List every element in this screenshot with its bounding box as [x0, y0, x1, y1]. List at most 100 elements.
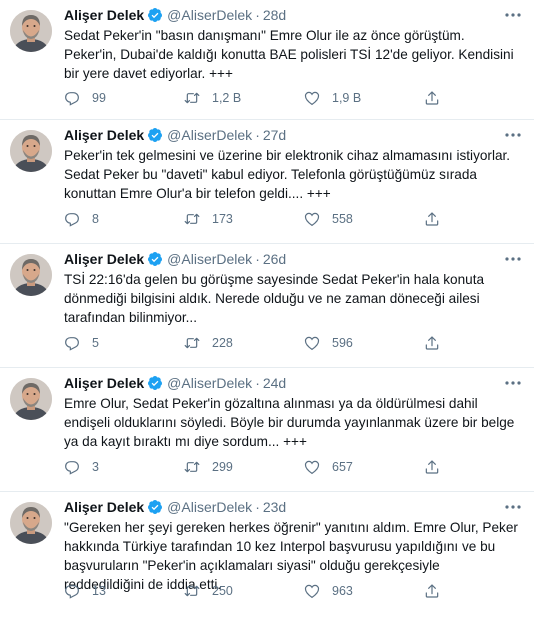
- tweet-actions: 8 173 558: [64, 209, 484, 229]
- retweet-icon: [184, 461, 200, 473]
- author-name[interactable]: Alişer Delek: [64, 127, 144, 143]
- retweet-button[interactable]: 299: [184, 457, 304, 477]
- like-icon: [304, 460, 320, 475]
- reply-count: 3: [92, 460, 99, 474]
- reply-icon: [65, 337, 79, 351]
- retweet-icon: [184, 92, 200, 104]
- reply-button[interactable]: 5: [64, 333, 184, 353]
- retweet-count: 250: [212, 584, 233, 598]
- retweet-count: 173: [212, 212, 233, 226]
- share-button[interactable]: [424, 88, 484, 108]
- retweet-icon: [184, 213, 200, 225]
- retweet-button[interactable]: 173: [184, 209, 304, 229]
- share-button[interactable]: [424, 581, 484, 601]
- like-button[interactable]: 596: [304, 333, 424, 353]
- tweet[interactable]: Alişer Delek @AliserDelek · 28d Sedat Pe…: [0, 0, 534, 120]
- tweet-header: Alişer Delek @AliserDelek · 23d: [64, 495, 522, 519]
- reply-icon: [65, 92, 79, 106]
- more-options-icon[interactable]: [504, 251, 522, 267]
- avatar[interactable]: [10, 502, 52, 544]
- share-button[interactable]: [424, 457, 484, 477]
- like-button[interactable]: 963: [304, 581, 424, 601]
- tweet[interactable]: Alişer Delek @AliserDelek · 24d Emre Olu…: [0, 368, 534, 492]
- tweet-header: Alişer Delek @AliserDelek · 27d: [64, 123, 522, 147]
- like-icon: [304, 91, 320, 106]
- author-handle[interactable]: @AliserDelek: [167, 7, 252, 23]
- author-handle[interactable]: @AliserDelek: [167, 499, 252, 515]
- tweet[interactable]: Alişer Delek @AliserDelek · 26d TSİ 22:1…: [0, 244, 534, 368]
- retweet-count: 299: [212, 460, 233, 474]
- tweet[interactable]: Alişer Delek @AliserDelek · 27d Peker'in…: [0, 120, 534, 244]
- verified-badge-icon: [148, 8, 163, 22]
- like-count: 558: [332, 212, 353, 226]
- tweet-actions: 3 299 657: [64, 457, 484, 477]
- avatar[interactable]: [10, 130, 52, 172]
- reply-button[interactable]: 13: [64, 581, 184, 601]
- share-icon: [425, 91, 439, 105]
- reply-button[interactable]: 3: [64, 457, 184, 477]
- share-icon: [425, 460, 439, 474]
- reply-icon: [65, 461, 79, 475]
- separator-dot: ·: [255, 375, 260, 391]
- share-icon: [425, 212, 439, 226]
- author-name[interactable]: Alişer Delek: [64, 499, 144, 515]
- retweet-count: 228: [212, 336, 233, 350]
- verified-badge-icon: [148, 252, 163, 266]
- like-count: 1,9 B: [332, 91, 362, 105]
- like-icon: [304, 336, 320, 351]
- avatar-photo: [10, 502, 52, 544]
- tweet-text: Emre Olur, Sedat Peker'in gözaltına alın…: [64, 396, 515, 449]
- avatar-photo: [10, 254, 52, 296]
- tweet-feed: Alişer Delek @AliserDelek · 28d Sedat Pe…: [0, 0, 534, 634]
- avatar-photo: [10, 378, 52, 420]
- author-name[interactable]: Alişer Delek: [64, 251, 144, 267]
- share-button[interactable]: [424, 209, 484, 229]
- reply-count: 13: [92, 584, 106, 598]
- tweet-header: Alişer Delek @AliserDelek · 26d: [64, 247, 522, 271]
- reply-icon: [65, 585, 79, 599]
- like-icon: [304, 584, 320, 599]
- avatar[interactable]: [10, 378, 52, 420]
- reply-count: 8: [92, 212, 99, 226]
- retweet-button[interactable]: 228: [184, 333, 304, 353]
- author-handle[interactable]: @AliserDelek: [167, 251, 252, 267]
- retweet-count: 1,2 B: [212, 91, 242, 105]
- reply-count: 99: [92, 91, 106, 105]
- more-options-icon[interactable]: [504, 375, 522, 391]
- share-button[interactable]: [424, 333, 484, 353]
- tweet-text: Sedat Peker'in "basın danışmanı" Emre Ol…: [64, 28, 514, 81]
- tweet-text: Peker'in tek gelmesini ve üzerine bir el…: [64, 148, 511, 201]
- more-options-icon[interactable]: [504, 127, 522, 143]
- avatar[interactable]: [10, 254, 52, 296]
- verified-badge-icon: [148, 128, 163, 142]
- tweet-date[interactable]: 27d: [263, 127, 286, 143]
- reply-button[interactable]: 99: [64, 88, 184, 108]
- like-button[interactable]: 558: [304, 209, 424, 229]
- tweet-date[interactable]: 23d: [263, 499, 286, 515]
- like-icon: [304, 212, 320, 227]
- like-count: 963: [332, 584, 353, 598]
- retweet-icon: [184, 337, 200, 349]
- like-button[interactable]: 1,9 B: [304, 88, 424, 108]
- avatar[interactable]: [10, 10, 52, 52]
- tweet-date[interactable]: 28d: [263, 7, 286, 23]
- reply-button[interactable]: 8: [64, 209, 184, 229]
- tweet-date[interactable]: 26d: [263, 251, 286, 267]
- avatar-photo: [10, 130, 52, 172]
- tweet-text: TSİ 22:16'da gelen bu görüşme sayesinde …: [64, 272, 485, 325]
- verified-badge-icon: [148, 500, 163, 514]
- author-handle[interactable]: @AliserDelek: [167, 127, 252, 143]
- tweet[interactable]: Alişer Delek @AliserDelek · 23d "Gereken…: [0, 492, 534, 634]
- tweet-actions: 13 250 963: [64, 581, 484, 601]
- author-name[interactable]: Alişer Delek: [64, 375, 144, 391]
- retweet-button[interactable]: 250: [184, 581, 304, 601]
- retweet-button[interactable]: 1,2 B: [184, 88, 304, 108]
- author-handle[interactable]: @AliserDelek: [167, 375, 252, 391]
- like-count: 596: [332, 336, 353, 350]
- author-name[interactable]: Alişer Delek: [64, 7, 144, 23]
- tweet-date[interactable]: 24d: [263, 375, 286, 391]
- more-options-icon[interactable]: [504, 7, 522, 23]
- separator-dot: ·: [255, 499, 260, 515]
- like-button[interactable]: 657: [304, 457, 424, 477]
- more-options-icon[interactable]: [504, 499, 522, 515]
